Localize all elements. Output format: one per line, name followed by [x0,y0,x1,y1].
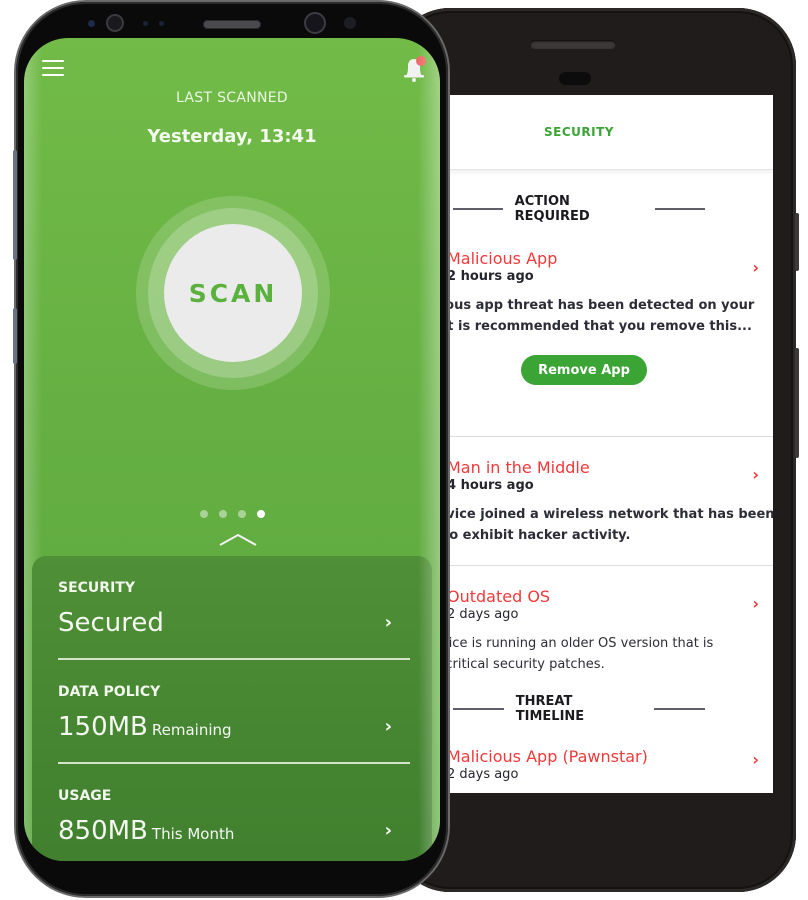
threat-title: Outdated OS [447,587,551,606]
chevron-right-icon[interactable]: › [752,750,759,769]
threat-description: levice joined a wireless network that ha… [441,507,773,543]
info-row-security[interactable]: SECURITY Secured › [58,580,410,638]
info-value: 150MB Remaining [58,712,232,742]
info-label: SECURITY [58,580,135,596]
threat-time: 2 days ago [447,767,519,782]
threat-description: evice is running an older OS version tha… [441,636,714,672]
threat-title: Malicious App (Pawnstar) [447,747,648,766]
info-row-usage[interactable]: USAGE 850MB This Month › [58,788,410,846]
chevron-up-icon[interactable] [219,532,257,546]
chevron-right-icon[interactable]: › [752,258,759,277]
chevron-right-icon[interactable]: › [385,612,392,633]
last-scanned-time: Yesterday, 13:41 [147,126,317,147]
info-row-data-policy[interactable]: DATA POLICY 150MB Remaining › [58,684,410,742]
scan-ring-outer: SCAN [136,196,330,390]
page-title: SECURITY [544,125,614,139]
chevron-right-icon[interactable]: › [752,465,759,484]
divider-line [453,208,503,210]
chevron-right-icon[interactable]: › [385,716,392,737]
info-label: DATA POLICY [58,684,161,700]
threat-title: Malicious App [447,249,558,268]
front-camera [306,14,324,32]
divider-line [453,708,504,710]
scan-button[interactable]: SCAN [164,224,302,362]
info-divider [58,762,410,764]
page-dot[interactable] [200,510,208,518]
iris-camera [108,16,122,30]
volume-button [13,150,17,260]
threat-time: 2 hours ago [447,269,534,284]
last-scanned-label: LAST SCANNED [176,90,288,106]
divider-line [654,708,706,710]
threat-item-malicious-app[interactable]: Malicious App 2 hours ago cious app thre… [441,250,773,436]
security-screen: SECURITY ACTION REQUIRED Malicious App 2… [441,95,773,793]
threat-time: 4 hours ago [447,478,534,493]
sensor-dot [143,21,148,26]
front-sensors [0,14,808,34]
threat-item-malicious-app-pawnstar[interactable]: Malicious App (Pawnstar) 2 days ago ciou… [441,748,773,793]
page-dot[interactable] [238,510,246,518]
divider-line [655,208,706,210]
proximity-sensor [88,20,95,27]
info-divider [58,658,410,660]
volume-button [795,213,799,271]
info-subvalue: Remaining [151,721,232,739]
threat-item-man-in-the-middle[interactable]: Man in the Middle 4 hours ago levice joi… [441,437,773,565]
info-subvalue: This Month [151,825,235,843]
section-action-required: ACTION REQUIRED [441,194,717,224]
threat-item-outdated-os[interactable]: Outdated OS 2 days ago evice is running … [441,566,773,698]
remove-app-button[interactable]: Remove App [521,355,647,385]
chevron-right-icon[interactable]: › [752,594,759,613]
threat-title: Man in the Middle [447,458,590,477]
power-button [795,348,799,458]
page-dot[interactable] [219,510,227,518]
section-title: THREAT TIMELINE [515,694,585,724]
section-title: ACTION REQUIRED [514,194,590,224]
home-screen: LAST SCANNED Yesterday, 13:41 SCAN SECUR… [24,38,440,861]
section-threat-timeline: THREAT TIMELINE [441,694,717,724]
info-value: 850MB This Month [58,816,235,846]
page-indicator [200,510,265,518]
sensor-dot [159,21,164,26]
notification-badge [416,56,426,66]
info-label: USAGE [58,788,112,804]
threat-time: 2 days ago [447,607,519,622]
page-dot-active[interactable] [257,510,265,518]
threat-description: cious app threat has been detected on yo… [441,298,755,334]
front-sensor [559,72,591,85]
iris-led [344,17,356,29]
info-value: Secured [58,608,164,638]
bell-icon[interactable] [402,54,428,84]
hamburger-menu-icon[interactable] [42,60,64,76]
bixby-button [13,308,17,364]
chevron-right-icon[interactable]: › [385,820,392,841]
earpiece-speaker [203,20,261,29]
info-panel: SECURITY Secured › DATA POLICY 150MB Rema… [32,556,432,861]
earpiece-speaker [530,40,616,49]
app-header: SECURITY [441,95,773,170]
